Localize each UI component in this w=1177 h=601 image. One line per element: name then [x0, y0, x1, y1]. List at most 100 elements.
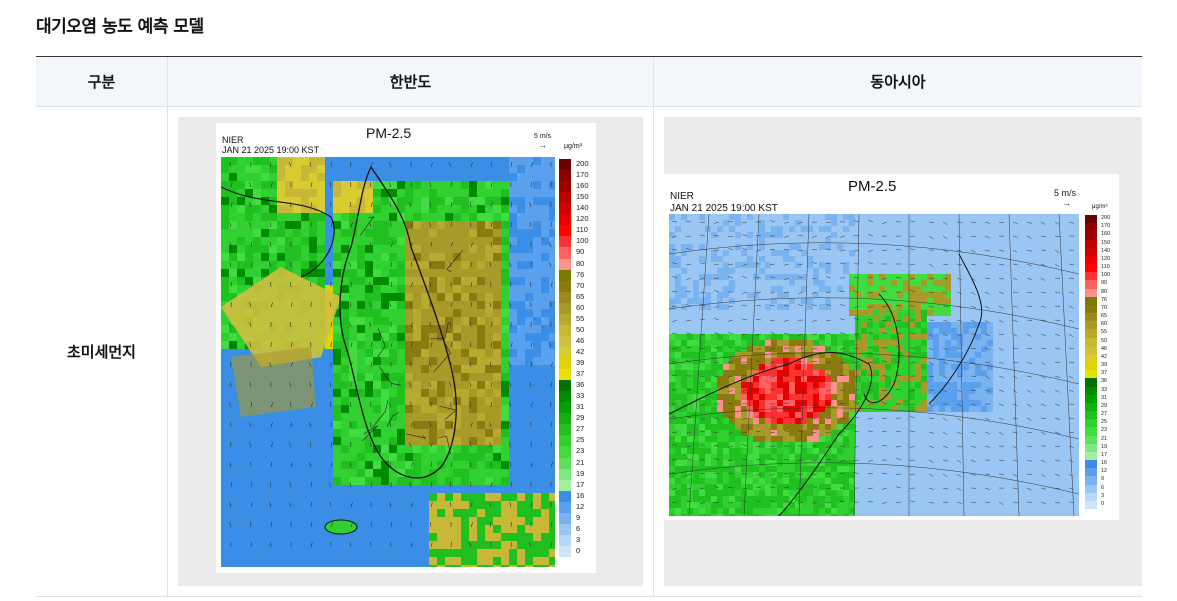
- colorbar-level-label: 37: [576, 369, 585, 379]
- colorbar-level-label: 21: [1101, 435, 1108, 442]
- east-asia-map-org: NIER: [670, 191, 694, 202]
- colorbar-swatch: [559, 203, 571, 215]
- colorbar-level-label: 160: [1101, 231, 1111, 238]
- korea-pm25-map: [221, 157, 555, 567]
- colorbar-level-label: 200: [1101, 215, 1111, 221]
- east-asia-map-wind-ref: 5 m/s: [1054, 188, 1077, 198]
- colorbar-level-label: 140: [1101, 247, 1111, 254]
- colorbar-swatch: [559, 258, 571, 271]
- colorbar-level-label: 65: [576, 291, 585, 301]
- korea-map-timestamp: JAN 21 2025 19:00 KST: [222, 145, 320, 155]
- colorbar-level-label: 39: [576, 358, 585, 367]
- colorbar-level-label: 37: [1101, 370, 1108, 377]
- cell-east-asia-map: NIER JAN 21 2025 19:00 KST PM-2.5 5 m/s …: [654, 107, 1142, 596]
- colorbar-swatch: [559, 225, 571, 237]
- row-label-pm25: 초미세먼지: [36, 107, 168, 596]
- colorbar-level-label: 0: [576, 545, 581, 555]
- colorbar-level-label: 39: [1101, 362, 1108, 368]
- colorbar-level-label: 76: [1101, 296, 1108, 303]
- colorbar-level-label: 9: [1101, 476, 1105, 483]
- colorbar-swatch: [559, 391, 571, 403]
- colorbar-level-label: 19: [1101, 443, 1108, 450]
- korea-map-org: NIER: [222, 135, 244, 145]
- colorbar-level-label: 6: [1101, 484, 1105, 491]
- colorbar-level-label: 3: [1101, 492, 1105, 499]
- colorbar-level-label: 29: [1101, 402, 1108, 409]
- colorbar-level-label: 25: [1101, 419, 1108, 426]
- colorbar-swatch: [559, 424, 571, 436]
- colorbar-level-label: 21: [576, 457, 585, 467]
- colorbar-swatch: [559, 490, 571, 503]
- colorbar-swatch: [559, 192, 571, 204]
- colorbar-level-label: 90: [1101, 280, 1108, 287]
- korea-map-wind-arrow-icon: →: [539, 141, 547, 150]
- colorbar-swatch: [559, 170, 571, 182]
- colorbar-level-label: 140: [576, 203, 589, 213]
- colorbar-swatch: [559, 280, 571, 293]
- colorbar-swatch: [559, 369, 571, 381]
- colorbar-swatch: [559, 512, 571, 525]
- colorbar-level-label: 50: [576, 324, 585, 334]
- colorbar-level-label: 31: [1101, 394, 1108, 401]
- colorbar-level-label: 6: [576, 523, 581, 533]
- colorbar-swatch: [559, 446, 571, 458]
- colorbar-level-label: 65: [1101, 313, 1108, 319]
- colorbar-level-label: 60: [1101, 321, 1108, 328]
- korea-map-unit: μg/m³: [564, 143, 583, 150]
- colorbar-swatch: [1085, 500, 1097, 510]
- korea-map-wind-ref: 5 m/s: [534, 133, 552, 140]
- colorbar-swatch: [559, 269, 571, 282]
- colorbar-level-label: 42: [1101, 353, 1108, 360]
- colorbar-level-label: 0: [1101, 500, 1105, 507]
- colorbar-swatch: [559, 236, 571, 248]
- colorbar-level-label: 100: [576, 236, 589, 246]
- colorbar-level-label: 12: [1101, 468, 1108, 475]
- colorbar-swatch: [559, 479, 571, 492]
- cell-korea-map: NIER JAN 21 2025 19:00 KST PM-2.5 5 m/s …: [168, 107, 654, 596]
- colorbar-level-label: 12: [576, 501, 585, 511]
- colorbar-level-label: 55: [1101, 329, 1108, 336]
- colorbar-level-label: 27: [576, 424, 585, 434]
- korea-map-panel: NIER JAN 21 2025 19:00 KST PM-2.5 5 m/s …: [178, 117, 643, 586]
- colorbar-swatch: [559, 545, 571, 558]
- east-asia-map-unit: μg/m³: [1092, 204, 1108, 210]
- colorbar-level-label: 36: [576, 380, 585, 390]
- colorbar-level-label: 16: [576, 490, 585, 500]
- colorbar-level-label: 150: [1101, 239, 1111, 246]
- colorbar-level-label: 31: [576, 402, 585, 412]
- table-row: 초미세먼지 NIER JAN 21 2025 19:00 KST PM-2.5 …: [36, 107, 1142, 597]
- colorbar-swatch: [559, 534, 571, 547]
- colorbar-level-label: 33: [576, 391, 585, 401]
- colorbar-swatch: [559, 214, 571, 226]
- colorbar-level-label: 23: [1101, 427, 1108, 434]
- east-asia-colorbar-labels: 200 170 160 150 140 120 110 100 90 80 76 70 65 60 55 50…: [1101, 215, 1119, 509]
- colorbar-level-label: 16: [1101, 460, 1108, 466]
- colorbar-swatch: [559, 346, 571, 359]
- east-asia-pm25-map: [669, 214, 1079, 516]
- colorbar-level-label: 90: [576, 247, 585, 257]
- colorbar-swatch: [559, 335, 571, 348]
- colorbar-level-label: 25: [576, 435, 585, 445]
- colorbar-level-label: 9: [576, 512, 581, 522]
- colorbar-level-label: 150: [576, 192, 589, 202]
- colorbar-swatch: [559, 402, 571, 414]
- colorbar-level-label: 76: [576, 269, 585, 279]
- colorbar-level-label: 36: [1101, 378, 1108, 385]
- colorbar-level-label: 170: [1101, 223, 1111, 230]
- colorbar-level-label: 110: [576, 225, 588, 235]
- colorbar-level-label: 19: [576, 468, 585, 478]
- korea-map-image[interactable]: NIER JAN 21 2025 19:00 KST PM-2.5 5 m/s …: [216, 123, 596, 573]
- colorbar-level-label: 29: [576, 413, 585, 423]
- colorbar-level-label: 160: [576, 181, 589, 191]
- colorbar-swatch: [559, 468, 571, 481]
- colorbar-swatch: [559, 413, 571, 425]
- east-asia-map-panel: NIER JAN 21 2025 19:00 KST PM-2.5 5 m/s …: [664, 117, 1142, 586]
- colorbar-level-label: 23: [576, 446, 585, 456]
- korea-colorbar: [559, 159, 571, 558]
- east-asia-map-image[interactable]: NIER JAN 21 2025 19:00 KST PM-2.5 5 m/s …: [664, 174, 1119, 520]
- colorbar-level-label: 200: [576, 159, 589, 168]
- colorbar-swatch: [559, 501, 571, 514]
- colorbar-level-label: 46: [576, 335, 585, 345]
- colorbar-swatch: [559, 291, 571, 304]
- colorbar-swatch: [559, 435, 571, 447]
